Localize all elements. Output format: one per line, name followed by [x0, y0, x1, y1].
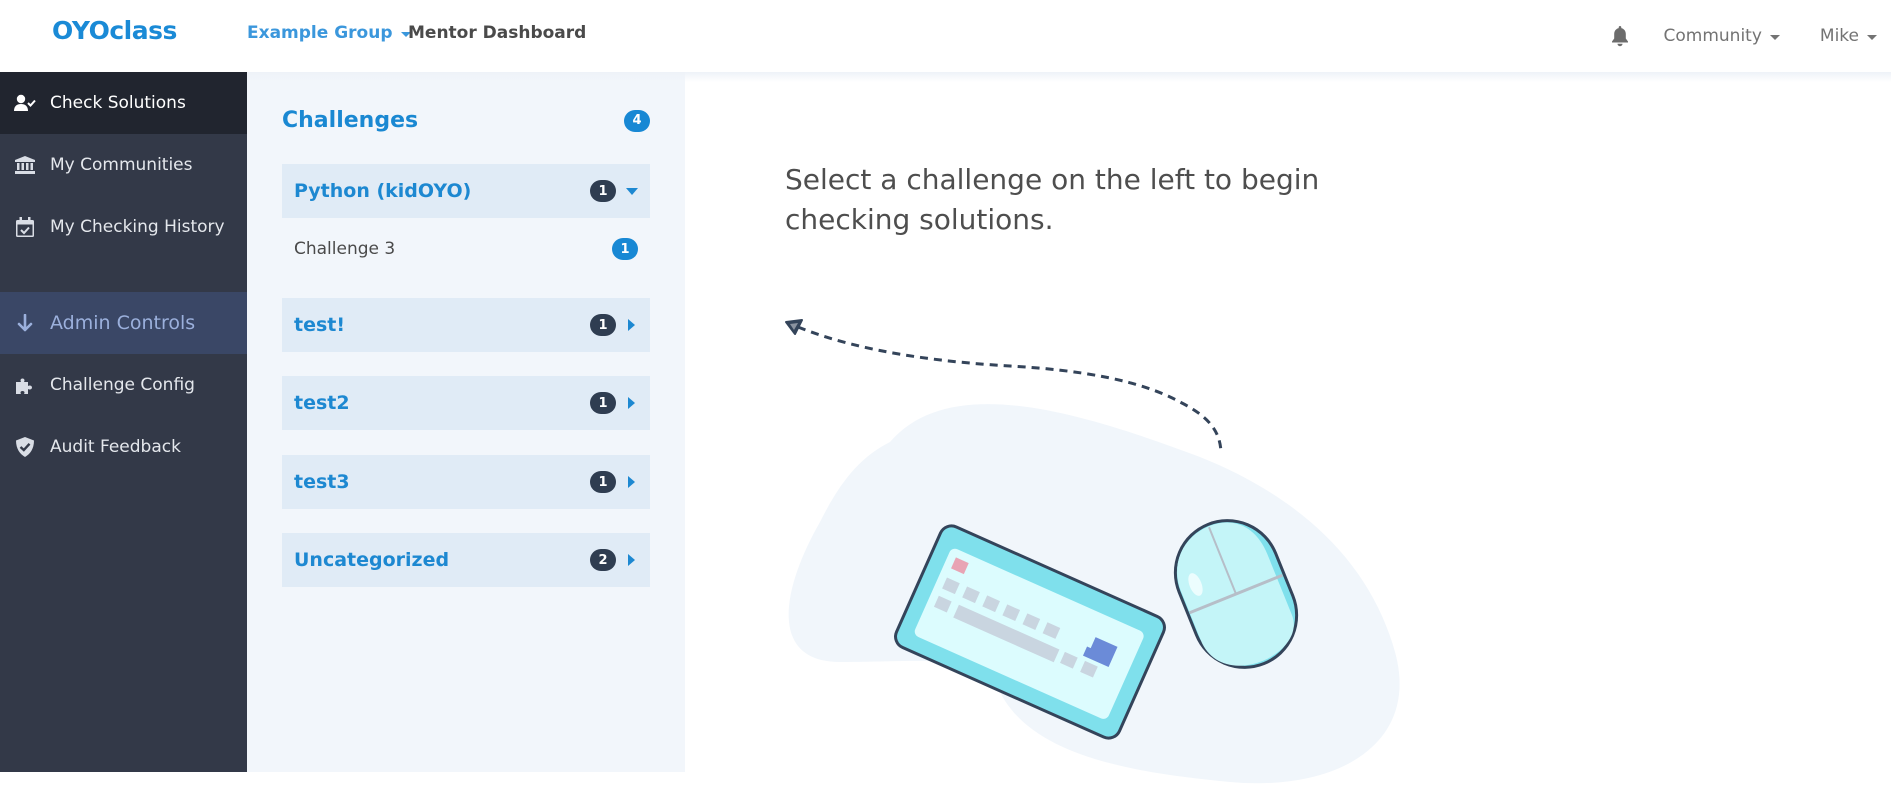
- caret-down-icon: [1769, 35, 1780, 40]
- category-count-badge: 1: [590, 471, 616, 493]
- sidebar-item-challenge-config[interactable]: Challenge Config: [0, 354, 247, 416]
- challenge-item-label: Challenge 3: [294, 239, 396, 259]
- category-label: test3: [294, 471, 350, 493]
- caret-right-icon: [628, 476, 635, 488]
- sidebar-item-label: Audit Feedback: [50, 437, 181, 457]
- category-test-bang[interactable]: test! 1: [282, 298, 650, 352]
- caret-down-icon: [1867, 35, 1877, 40]
- sidebar-item-label: Check Solutions: [50, 93, 186, 113]
- challenges-title: Challenges: [282, 108, 419, 133]
- category-count-badge: 1: [590, 180, 616, 202]
- category-count-badge: 1: [590, 392, 616, 414]
- sidebar-section-label: Admin Controls: [50, 312, 196, 334]
- challenges-total-badge: 4: [624, 109, 650, 132]
- challenges-panel: Challenges 4 Python (kidOYO) 1 Challenge…: [247, 72, 685, 772]
- challenge-item-challenge-3[interactable]: Challenge 3 1: [282, 229, 650, 269]
- category-label: Python (kidOYO): [294, 180, 472, 202]
- bell-icon: [1611, 26, 1628, 47]
- sidebar-item-my-checking-history[interactable]: My Checking History: [0, 196, 247, 258]
- left-sidebar: Check Solutions My Communities My Checki…: [0, 72, 247, 772]
- category-python-kidoyo[interactable]: Python (kidOYO) 1: [282, 164, 650, 218]
- oyoclass-logo[interactable]: OYOclass: [52, 16, 177, 45]
- sidebar-item-my-communities[interactable]: My Communities: [0, 134, 247, 196]
- sidebar-item-label: My Checking History: [50, 217, 225, 237]
- category-label: test2: [294, 392, 350, 414]
- caret-right-icon: [628, 554, 635, 566]
- instruction-text: Select a challenge on the left to begin …: [785, 163, 1320, 236]
- user-check-icon: [14, 92, 36, 114]
- category-test2[interactable]: test2 1: [282, 376, 650, 430]
- user-menu-label: Mike: [1819, 26, 1859, 46]
- calendar-check-icon: [14, 216, 36, 238]
- group-selector-label: Example Group: [247, 23, 393, 43]
- group-selector-dropdown[interactable]: Example Group: [247, 23, 411, 43]
- page-title: Mentor Dashboard: [408, 23, 587, 43]
- navbar-right: Community Mike: [1600, 0, 1891, 72]
- shield-check-icon: [14, 436, 36, 458]
- category-test3[interactable]: test3 1: [282, 455, 650, 509]
- category-label: Uncategorized: [294, 549, 450, 571]
- sidebar-item-check-solutions[interactable]: Check Solutions: [0, 72, 247, 134]
- institution-icon: [14, 154, 36, 176]
- challenge-count-badge: 1: [612, 238, 638, 260]
- main-content: Select a challenge on the left to begin …: [685, 72, 1891, 784]
- keyboard-and-mouse-illustration: [785, 319, 1400, 784]
- category-count-badge: 2: [590, 549, 616, 571]
- notifications-button[interactable]: [1600, 16, 1640, 56]
- caret-down-icon: [626, 187, 638, 195]
- top-navbar: OYOclass Example Group Mentor Dashboard …: [0, 0, 1891, 72]
- puzzle-icon: [14, 374, 36, 396]
- community-menu-dropdown[interactable]: Community: [1664, 26, 1780, 46]
- challenges-header: Challenges 4: [282, 108, 650, 133]
- caret-right-icon: [628, 319, 635, 331]
- user-menu-dropdown[interactable]: Mike: [1820, 26, 1877, 46]
- category-label: test!: [294, 314, 346, 336]
- category-count-badge: 1: [590, 314, 616, 336]
- category-uncategorized[interactable]: Uncategorized 2: [282, 533, 650, 587]
- sidebar-item-label: Challenge Config: [50, 375, 195, 395]
- arrow-down-icon: [14, 312, 36, 334]
- caret-right-icon: [628, 397, 635, 409]
- sidebar-item-audit-feedback[interactable]: Audit Feedback: [0, 416, 247, 478]
- community-menu-label: Community: [1663, 26, 1762, 46]
- sidebar-item-label: My Communities: [50, 155, 193, 175]
- sidebar-section-admin-controls[interactable]: Admin Controls: [0, 292, 247, 354]
